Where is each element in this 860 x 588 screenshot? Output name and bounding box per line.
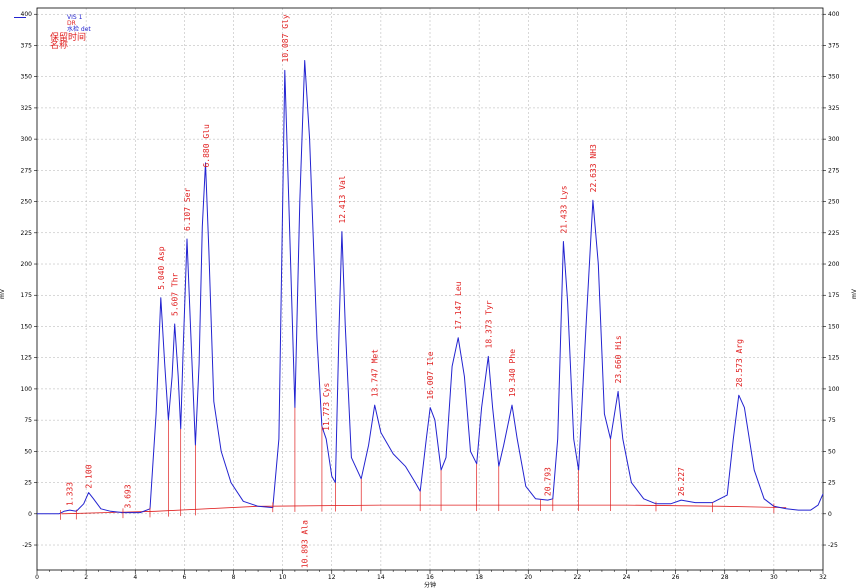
x-tick-label: 22 <box>574 574 582 581</box>
peak-label-met: 13.747 Met <box>371 349 380 397</box>
y-tick-label-right: 50 <box>828 448 836 455</box>
peak-label-glu: 6.880 Glu <box>202 124 211 168</box>
y-tick-label-right: 200 <box>828 261 840 268</box>
chromatogram-chart: -25 -250 025 2550 5075 75100 100125 125150 15017… <box>0 7 858 588</box>
y-tick-label-right: 350 <box>828 74 840 81</box>
peak-label-his: 23.660 His <box>614 335 623 383</box>
y-tick-label-left: 25 <box>24 480 32 487</box>
y-tick-label-left: 300 <box>21 136 33 143</box>
y-tick-label-left: 150 <box>21 323 33 330</box>
peak-label-arg: 28.573 Arg <box>735 339 744 387</box>
peak-label-26-227: 26.227 <box>677 467 686 496</box>
y-tick-label-left: 375 <box>21 42 33 49</box>
x-axis-label: 分钟 <box>424 581 436 588</box>
x-tick-label: 8 <box>232 574 236 581</box>
peak-label-cys: 11.773 Cys <box>322 383 331 431</box>
peak-label-ala: 10.893 Ala <box>301 520 310 568</box>
y-tick-label-left: 0 <box>28 511 32 518</box>
peak-label-nh3: 22.633 NH3 <box>589 144 598 192</box>
x-tick-label: 16 <box>426 574 434 581</box>
y-tick-label-left: 225 <box>21 230 33 237</box>
legend-annotation-1: 名称 <box>50 39 68 51</box>
x-tick-label: 20 <box>524 574 532 581</box>
x-tick-label: 24 <box>623 574 631 581</box>
x-tick-label: 10 <box>279 574 287 581</box>
y-tick-label-left: 100 <box>21 386 33 393</box>
x-tick-label: 4 <box>133 574 137 581</box>
x-tick-label: 2 <box>84 574 88 581</box>
peak-label-asp: 5.040 Asp <box>157 246 166 290</box>
grid-layer <box>37 8 823 570</box>
baseline-layer <box>61 504 787 515</box>
peak-label-ser: 6.107 Ser <box>183 188 192 232</box>
y-tick-label-left: 125 <box>21 355 33 362</box>
x-tick-label: 14 <box>377 574 385 581</box>
y-tick-label-left: 325 <box>21 105 33 112</box>
y-tick-label-right: 400 <box>828 11 840 18</box>
y-tick-label-left: 350 <box>21 74 33 81</box>
y-tick-label-right: 250 <box>828 199 840 206</box>
y-tick-label-right: 175 <box>828 292 840 299</box>
peak-label-val: 12.413 Val <box>338 175 347 223</box>
y-tick-label-right: 300 <box>828 136 840 143</box>
x-tick-label: 12 <box>328 574 336 581</box>
legend-entry-2: 水检 det <box>67 25 91 33</box>
x-tick-label: 0 <box>35 574 39 581</box>
peak-label-gly: 10.087 Gly <box>281 14 290 62</box>
y-tick-label-right: -25 <box>828 542 838 549</box>
x-tick-label: 18 <box>475 574 483 581</box>
y-tick-label-left: 175 <box>21 292 33 299</box>
y-tick-label-left: 75 <box>24 417 32 424</box>
x-tick-label: 6 <box>182 574 186 581</box>
y-tick-label-right: 125 <box>828 355 840 362</box>
y-tick-label-left: 200 <box>21 261 33 268</box>
peak-label-1-333: 1.333 <box>66 482 75 506</box>
x-tick-label: 32 <box>819 574 827 581</box>
y-tick-label-left: 275 <box>21 167 33 174</box>
y-tick-label-right: 275 <box>828 167 840 174</box>
x-tick-label: 30 <box>770 574 778 581</box>
y-tick-label-right: 75 <box>828 417 836 424</box>
x-tick-label: 26 <box>672 574 680 581</box>
y-tick-label-right: 0 <box>828 511 832 518</box>
peak-label-phe: 19.340 Phe <box>508 349 517 397</box>
y-tick-label-right: 225 <box>828 230 840 237</box>
y-tick-label-right: 375 <box>828 42 840 49</box>
peak-label-3-693: 3.693 <box>124 484 133 508</box>
y-tick-label-right: 325 <box>828 105 840 112</box>
peak-label-2-100: 2.100 <box>85 464 94 488</box>
baseline-line <box>61 504 787 515</box>
y-axis-label-left: mV <box>0 288 6 299</box>
y-tick-label-right: 25 <box>828 480 836 487</box>
peak-label-tyr: 18.373 Tyr <box>484 300 493 348</box>
peak-label-20-793: 20.793 <box>544 467 553 496</box>
peak-label-lys: 21.433 Lys <box>559 185 568 233</box>
peak-label-leu: 17.147 Leu <box>454 281 463 329</box>
x-tick-label: 28 <box>721 574 729 581</box>
y-tick-label-right: 100 <box>828 386 840 393</box>
y-tick-label-right: 150 <box>828 323 840 330</box>
y-tick-label-left: -25 <box>22 542 32 549</box>
y-axis-label-right: mV <box>851 288 858 299</box>
peak-label-thr: 5.607 Thr <box>171 272 180 316</box>
y-tick-label-left: 50 <box>24 448 32 455</box>
peak-label-ile: 16.007 Ile <box>426 351 435 399</box>
y-tick-label-left: 250 <box>21 199 33 206</box>
